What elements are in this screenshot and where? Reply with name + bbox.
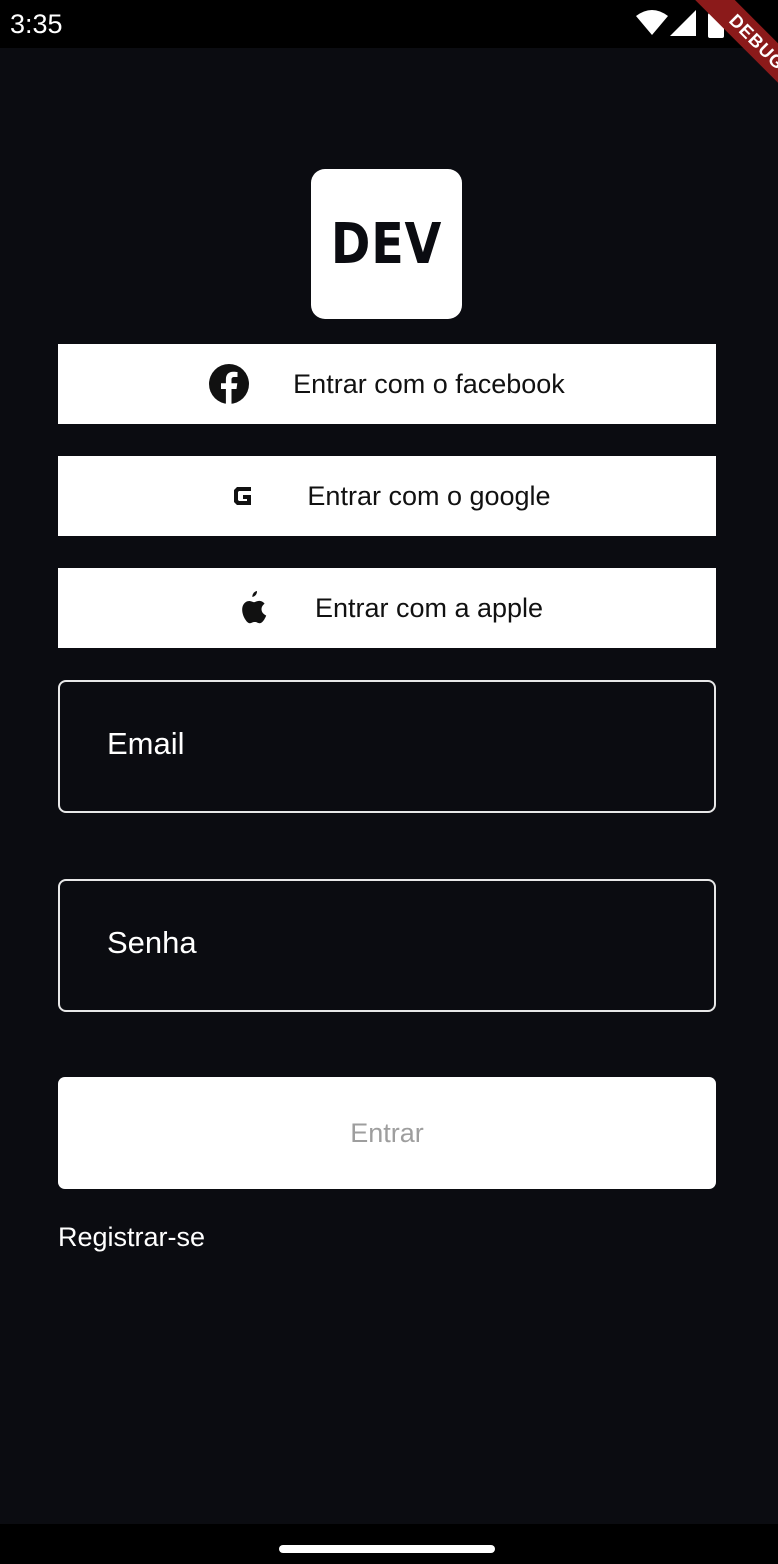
logo-text: DEV (330, 211, 443, 277)
apple-login-label: Entrar com a apple (314, 592, 544, 623)
debug-banner-label: DEBUG (686, 0, 778, 110)
debug-banner: DEBUG (668, 0, 778, 110)
google-icon (223, 476, 263, 516)
login-button-label: Entrar (350, 1117, 424, 1148)
google-login-button[interactable]: Entrar com o google (58, 456, 716, 536)
email-field[interactable]: Email (58, 680, 716, 813)
google-login-label: Entrar com o google (307, 480, 551, 511)
password-field[interactable]: Senha (58, 879, 716, 1012)
navigation-bar (0, 1524, 778, 1564)
login-button[interactable]: Entrar (58, 1077, 716, 1189)
email-placeholder: Email (107, 726, 185, 761)
status-bar: 3:35 (0, 0, 778, 48)
facebook-login-label: Entrar com o facebook (293, 368, 565, 399)
home-indicator[interactable] (279, 1545, 495, 1553)
register-link[interactable]: Registrar-se (58, 1220, 205, 1254)
apple-login-button[interactable]: Entrar com a apple (58, 568, 716, 648)
wifi-icon (636, 10, 668, 35)
password-placeholder: Senha (107, 925, 197, 960)
facebook-icon (209, 364, 250, 404)
apple-icon (231, 588, 271, 628)
facebook-login-button[interactable]: Entrar com o facebook (58, 344, 716, 424)
status-time: 3:35 (10, 9, 63, 39)
dev-logo: DEV (311, 169, 462, 319)
